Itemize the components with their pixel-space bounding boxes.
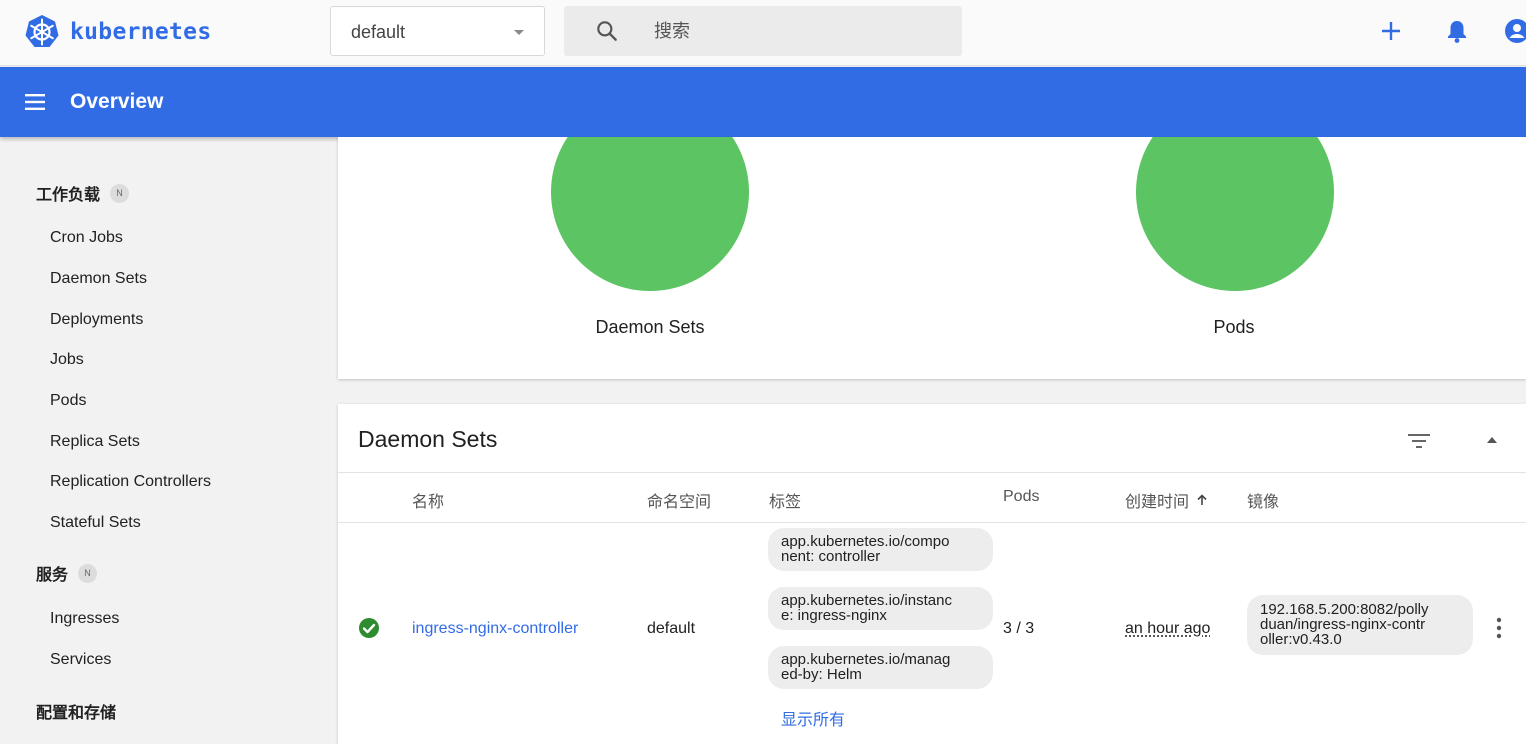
sidebar-item-cron-jobs[interactable]: Cron Jobs — [50, 229, 123, 247]
column-header-created[interactable]: 创建时间 — [1125, 488, 1209, 512]
pods-chart-label: Pods — [1213, 317, 1255, 337]
filter-icon[interactable] — [1406, 428, 1432, 454]
sidebar-section-services[interactable]: 服务 N — [36, 561, 98, 585]
label-text-line: e: ingress-nginx — [781, 607, 887, 624]
more-vert-icon[interactable] — [1492, 614, 1506, 642]
label-chip: app.kubernetes.io/instanc e: ingress-ngi… — [768, 587, 993, 630]
search-icon — [597, 21, 617, 41]
divider — [338, 522, 1526, 523]
label-text-line: app.kubernetes.io/compo — [781, 533, 950, 550]
search-input[interactable] — [654, 19, 934, 43]
page-title: Overview — [70, 90, 164, 113]
image-text-line: oller:v0.43.0 — [1260, 631, 1342, 648]
sidebar-item-ingresses[interactable]: Ingresses — [50, 610, 119, 628]
namespace-selector[interactable]: default — [330, 6, 545, 56]
column-header-label: 创建时间 — [1125, 494, 1190, 511]
label-text-line: ed-by: Helm — [781, 666, 862, 683]
pods-pie-slice — [1136, 137, 1334, 291]
collapse-icon[interactable] — [1484, 432, 1500, 448]
column-header-labels: 标签 — [769, 494, 802, 511]
show-all-labels-link[interactable]: 显示所有 — [781, 706, 845, 730]
column-header-pods: Pods — [1003, 488, 1040, 505]
kubernetes-logo[interactable]: kubernetes — [24, 12, 211, 52]
column-header-name[interactable]: 名称 — [412, 488, 444, 512]
label-text-line: app.kubernetes.io/manag — [781, 651, 951, 668]
sort-ascending-icon — [1197, 494, 1207, 505]
label-text-line: app.kubernetes.io/instanc — [781, 592, 952, 609]
dropdown-caret-icon — [514, 30, 524, 35]
namespace-cell: default — [647, 620, 696, 637]
kubernetes-helm-icon — [25, 15, 59, 47]
column-header-images: 镜像 — [1247, 494, 1280, 511]
daemon-set-name-link[interactable]: ingress-nginx-controller — [412, 620, 578, 638]
sidebar-section-config-storage[interactable]: 配置和存储 — [36, 699, 116, 723]
sidebar-item-services[interactable]: Services — [50, 651, 111, 669]
image-text-line: duan/ingress-nginx-contr — [1260, 616, 1426, 633]
sidebar-item-replica-sets[interactable]: Replica Sets — [50, 433, 140, 451]
sidebar-item-stateful-sets[interactable]: Stateful Sets — [50, 514, 141, 532]
image-chip: 192.168.5.200:8082/polly duan/ingress-ng… — [1247, 595, 1473, 655]
menu-icon[interactable] — [24, 91, 46, 113]
page-header: Overview — [0, 67, 1526, 137]
created-time-cell[interactable]: an hour ago — [1125, 620, 1210, 638]
sidebar-item-jobs[interactable]: Jobs — [50, 351, 84, 369]
sidebar-item-pods[interactable]: Pods — [50, 392, 86, 410]
plus-icon[interactable] — [1376, 16, 1406, 46]
account-icon[interactable] — [1502, 16, 1526, 46]
check-circle-icon — [359, 618, 379, 638]
table-title: Daemon Sets — [358, 426, 498, 452]
column-header-namespace[interactable]: 命名空间 — [647, 488, 711, 512]
namespaced-badge: N — [78, 563, 98, 583]
sidebar-section-title: 配置和存储 — [36, 705, 117, 722]
label-chip: app.kubernetes.io/compo nent: controller — [768, 528, 993, 571]
sidebar-section-title: 服务 — [36, 567, 69, 584]
sidebar: 工作负载 N Cron Jobs Daemon Sets Deployments… — [0, 137, 322, 738]
namespace-value: default — [351, 22, 406, 42]
daemon-sets-chart-label: Daemon Sets — [595, 317, 705, 337]
daemon-sets-pie-slice — [551, 137, 749, 291]
sidebar-section-title: 工作负载 — [36, 187, 101, 204]
workload-status-card: Daemon Sets Pods — [338, 137, 1526, 379]
top-bar: kubernetes default — [0, 0, 1526, 66]
brand-name: kubernetes — [70, 19, 212, 45]
namespaced-badge: N — [110, 183, 130, 203]
divider — [338, 472, 1526, 473]
sidebar-section-workloads[interactable]: 工作负载 N — [36, 181, 130, 205]
daemon-sets-table-card: Daemon Sets 名称 命名空间 标签 Pods 创建时间 镜像 ingr… — [338, 404, 1526, 744]
sidebar-item-daemon-sets[interactable]: Daemon Sets — [50, 270, 147, 288]
sidebar-item-deployments[interactable]: Deployments — [50, 311, 143, 329]
pods-count-cell: 3 / 3 — [1003, 620, 1035, 637]
label-text-line: nent: controller — [781, 548, 881, 565]
search-box[interactable] — [564, 6, 962, 56]
image-text-line: 192.168.5.200:8082/polly — [1260, 601, 1429, 618]
sidebar-item-replication-controllers[interactable]: Replication Controllers — [50, 473, 211, 491]
label-chip: app.kubernetes.io/manag ed-by: Helm — [768, 646, 993, 689]
bell-icon[interactable] — [1442, 16, 1472, 46]
